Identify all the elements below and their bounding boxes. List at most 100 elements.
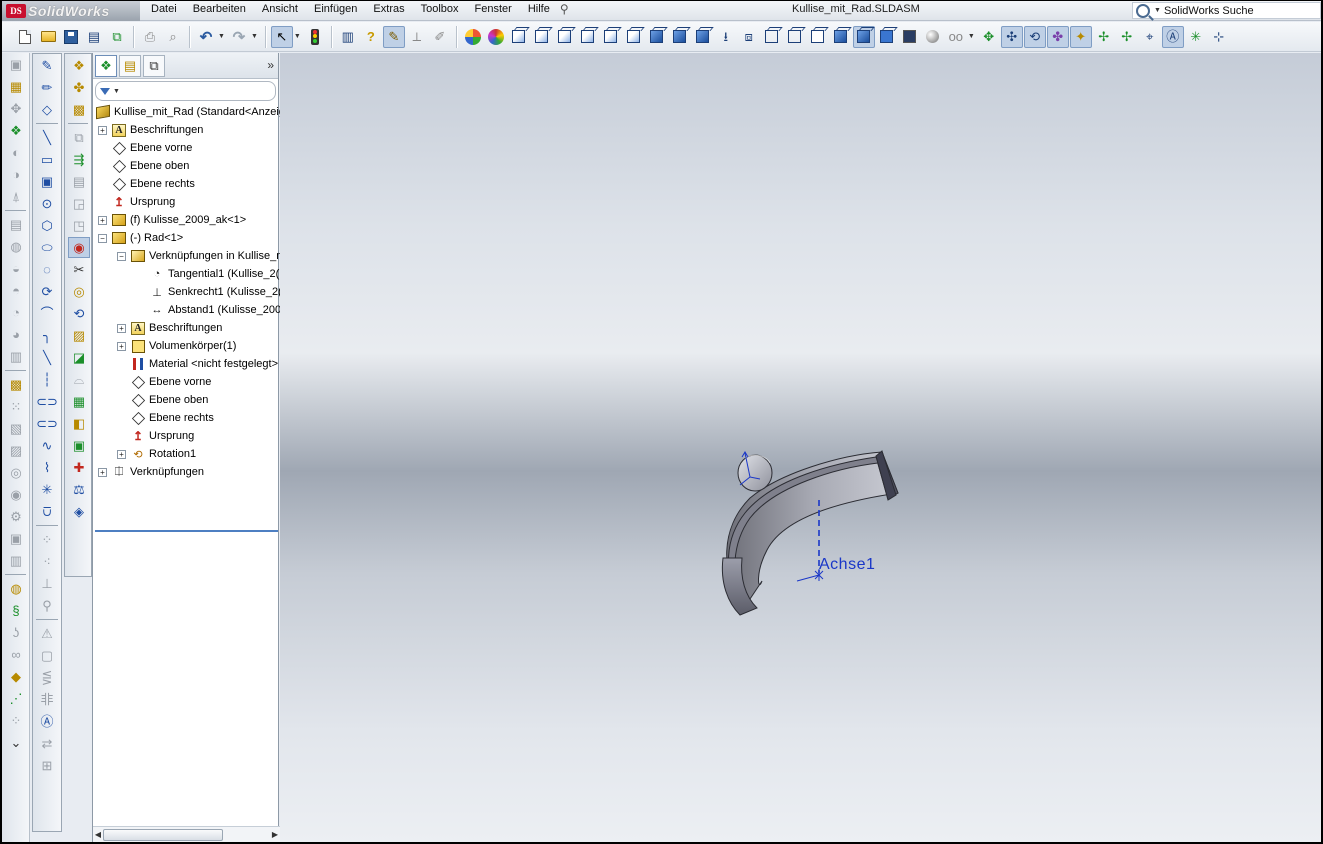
tree-item[interactable]: Material <nicht festgelegt> xyxy=(93,355,280,373)
tree-item[interactable]: + (f) Kulisse_2009_ak<1> xyxy=(93,211,280,229)
tool-mate[interactable]: ✥ xyxy=(5,98,27,119)
tool-arc-slot[interactable]: ⊂⊃ xyxy=(36,413,58,434)
tool-equation-spline[interactable]: ⌇ xyxy=(36,457,58,478)
view-left-button[interactable] xyxy=(554,26,576,48)
new-document-button[interactable] xyxy=(14,26,36,48)
tool-smart-fasteners[interactable]: ◐ xyxy=(5,142,27,163)
open-button[interactable] xyxy=(37,26,59,48)
scroll-left-icon[interactable]: ◀ xyxy=(93,830,103,839)
rebuild-button[interactable] xyxy=(304,26,326,48)
tree-item[interactable]: + A Beschriftungen xyxy=(93,319,280,337)
menu-fenster[interactable]: Fenster xyxy=(467,2,520,20)
solidworks-search[interactable]: ▼ SolidWorks Suche xyxy=(1132,2,1321,19)
tool-chamfer[interactable]: ╲ xyxy=(36,347,58,368)
tool-a-8[interactable]: ▤ xyxy=(5,214,27,235)
save-button[interactable] xyxy=(60,26,82,48)
tool-c-3[interactable]: ▩ xyxy=(68,99,90,120)
tool-b-25[interactable]: ⊥ xyxy=(36,573,58,594)
menu-einfuegen[interactable]: Einfügen xyxy=(306,2,365,20)
shadows-button[interactable] xyxy=(876,26,898,48)
expand-icon[interactable]: + xyxy=(117,341,126,351)
hidden-lines-removed-button[interactable] xyxy=(807,26,829,48)
tab-feature-tree[interactable]: ❖ xyxy=(95,54,117,77)
tree-item[interactable]: Ebene oben xyxy=(93,157,280,175)
tool-a-22[interactable]: ▣ xyxy=(5,528,27,549)
tool-c-15[interactable]: ⌓ xyxy=(68,369,90,390)
tree-item[interactable]: ↥ Ursprung xyxy=(93,427,280,445)
tool-a-24[interactable]: ◍ xyxy=(5,578,27,599)
tree-item[interactable]: − (-) Rad<1> xyxy=(93,229,280,247)
tool-partial-ellipse[interactable]: ◌ xyxy=(36,259,58,280)
menu-extras[interactable]: Extras xyxy=(365,2,412,20)
collapse-icon[interactable]: − xyxy=(117,251,126,261)
tool-c-5[interactable]: ⇶ xyxy=(68,149,90,170)
search-dropdown-icon[interactable]: ▼ xyxy=(1154,7,1161,14)
model-canvas[interactable] xyxy=(280,53,1321,842)
tree-item[interactable]: + ⎅ Verknüpfungen xyxy=(93,463,280,481)
tool-a-11[interactable]: ◓ xyxy=(5,280,27,301)
normal-to-button[interactable]: ⭳ xyxy=(715,26,737,48)
tool-c-13[interactable]: ▨ xyxy=(68,325,90,346)
smart-fasteners-button[interactable]: ✤ xyxy=(1046,25,1069,48)
rotate-component-button[interactable]: ⟲ xyxy=(1023,25,1046,48)
tree-item[interactable]: ↥ Ursprung xyxy=(93,193,280,211)
tool-c-10[interactable]: ✂ xyxy=(68,259,90,280)
tool-a-21[interactable]: ⚙ xyxy=(5,506,27,527)
tool-c-4[interactable]: ⧉ xyxy=(68,127,90,148)
view-bottom-button[interactable] xyxy=(623,26,645,48)
tool-c-18[interactable]: ▣ xyxy=(68,435,90,456)
tool-arc[interactable]: ⟳ xyxy=(36,281,58,302)
tool-b-26[interactable]: ⚲ xyxy=(36,595,58,616)
wireframe-button[interactable] xyxy=(761,26,783,48)
tab-configuration-manager[interactable]: ⧉ xyxy=(143,54,165,77)
menu-ansicht[interactable]: Ansicht xyxy=(254,2,306,20)
mate-button[interactable]: ✥ xyxy=(978,26,1000,48)
shaded-with-edges-button[interactable] xyxy=(830,26,852,48)
tool-b-30[interactable]: ⾮ xyxy=(36,689,58,710)
tab-property-manager[interactable]: ▤ xyxy=(119,54,141,77)
tool-spline[interactable]: ∿ xyxy=(36,435,58,456)
tool-c-19[interactable]: ✚ xyxy=(68,457,90,478)
tool-c-1[interactable]: ❖ xyxy=(68,55,90,76)
filter-dropdown-icon[interactable]: ▼ xyxy=(113,88,120,95)
collapse-icon[interactable]: − xyxy=(98,233,107,243)
tool-smart-dimension[interactable]: ◇ xyxy=(36,99,58,120)
tool-circle[interactable]: ⊙ xyxy=(36,193,58,214)
tool-a-19[interactable]: ◎ xyxy=(5,462,27,483)
more-tools-chevron[interactable]: ⌄ xyxy=(5,732,27,753)
interference-button[interactable]: ✢ xyxy=(1093,26,1115,48)
edit-sketch-button[interactable]: ✐ xyxy=(429,26,451,48)
tool-insert-component[interactable]: ▣ xyxy=(5,54,27,75)
redo-button[interactable]: ↷ xyxy=(228,26,250,48)
view-trimetric-button[interactable] xyxy=(669,26,691,48)
view-iso-button[interactable] xyxy=(646,26,668,48)
print-preview-button[interactable]: ⌕ xyxy=(162,26,184,48)
tool-point[interactable]: ✳ xyxy=(36,479,58,500)
realview-button[interactable] xyxy=(922,26,944,48)
tool-a-28[interactable]: ◆ xyxy=(5,666,27,687)
tool-b-31[interactable]: Ⓐ xyxy=(36,711,58,732)
tool-linear-pattern[interactable]: ⁘ xyxy=(36,529,58,550)
tool-c-11[interactable]: ◎ xyxy=(68,281,90,302)
expand-icon[interactable]: + xyxy=(98,125,107,135)
tree-item[interactable]: + Volumenkörper(1) xyxy=(93,337,280,355)
tool-3d-sketch[interactable]: ✏ xyxy=(36,77,58,98)
tool-a-12[interactable]: ◔ xyxy=(5,302,27,323)
tool-straight-slot[interactable]: ⊂⊃ xyxy=(36,391,58,412)
tool-c-9[interactable]: ◉ xyxy=(68,237,90,258)
clearance-button[interactable]: ✢ xyxy=(1116,26,1138,48)
tool-b-33[interactable]: ⊞ xyxy=(36,755,58,776)
tree-item[interactable]: Ebene oben xyxy=(93,391,280,409)
menu-hilfe[interactable]: Hilfe xyxy=(520,2,558,20)
horizontal-scrollbar[interactable]: ◀ ▶ xyxy=(93,826,280,842)
tool-new-part[interactable]: ▦ xyxy=(5,76,27,97)
tool-c-16[interactable]: ▦ xyxy=(68,391,90,412)
section-view-button[interactable] xyxy=(899,26,921,48)
tool-a-9[interactable]: ◍ xyxy=(5,236,27,257)
tree-item[interactable]: Ebene vorne xyxy=(93,373,280,391)
tool-b-27[interactable]: ⚠ xyxy=(36,623,58,644)
color-wheel-button[interactable] xyxy=(485,26,507,48)
select-button[interactable]: ↖ xyxy=(270,25,293,48)
tree-item[interactable]: ◔ Tangential1 (Kullise_2( xyxy=(93,265,280,283)
tool-a-29[interactable]: ⋰ xyxy=(5,688,27,709)
